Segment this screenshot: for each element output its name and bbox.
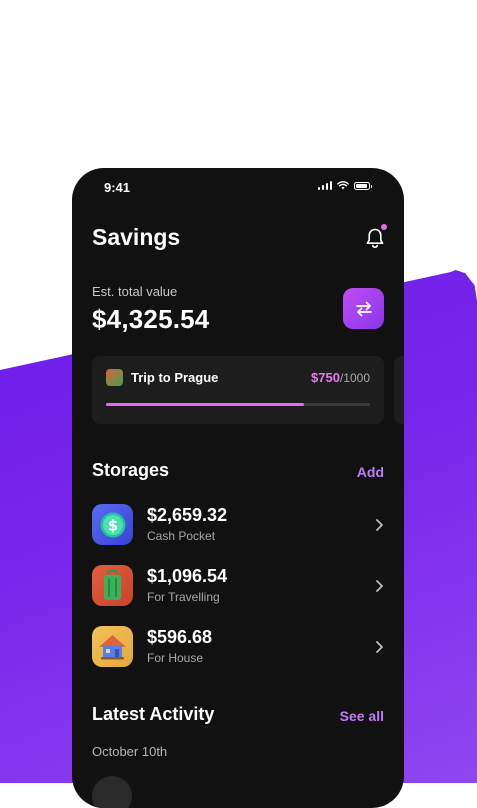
page-title: Savings bbox=[92, 224, 181, 250]
storage-item-travelling[interactable]: $1,096.54 For Travelling bbox=[92, 565, 384, 607]
storages-title: Storages bbox=[92, 460, 170, 480]
phone-screen: 9:41 Savings Est. total value $4,325.54 bbox=[72, 168, 404, 808]
transfer-button[interactable] bbox=[343, 288, 384, 329]
svg-text:$: $ bbox=[108, 517, 118, 535]
battery-icon bbox=[354, 181, 372, 190]
wifi-icon bbox=[337, 181, 349, 190]
storage-label: For Travelling bbox=[147, 590, 220, 604]
activity-date: October 10th bbox=[92, 744, 168, 759]
storage-item-cash-pocket[interactable]: $ $2,659.32 Cash Pocket bbox=[92, 504, 384, 546]
goal-target: /1000 bbox=[339, 371, 370, 385]
latest-activity-title: Latest Activity bbox=[92, 704, 215, 724]
dollar-coin-icon: $ bbox=[92, 504, 133, 545]
storage-label: For House bbox=[147, 651, 204, 665]
chevron-right-icon bbox=[376, 519, 383, 531]
goal-progress-fill bbox=[106, 403, 304, 406]
notifications-button[interactable] bbox=[364, 224, 387, 250]
goal-amount: $750/1000 bbox=[311, 370, 370, 385]
storage-amount: $596.68 bbox=[147, 627, 213, 647]
suitcase-icon bbox=[92, 565, 133, 606]
chevron-right-icon bbox=[376, 641, 383, 653]
add-storage-button[interactable]: Add bbox=[357, 464, 384, 480]
swap-arrows-icon bbox=[355, 301, 372, 316]
cellular-signal-icon bbox=[317, 181, 332, 190]
goal-progress-bar bbox=[106, 403, 370, 406]
status-time: 9:41 bbox=[104, 180, 131, 195]
total-value: $4,325.54 bbox=[92, 304, 210, 334]
storage-amount: $2,659.32 bbox=[147, 505, 228, 525]
status-icons bbox=[317, 181, 372, 190]
goal-saved: $750 bbox=[311, 370, 340, 385]
notification-dot bbox=[381, 224, 387, 230]
see-all-button[interactable]: See all bbox=[340, 708, 384, 724]
total-value-label: Est. total value bbox=[92, 284, 178, 299]
storage-label: Cash Pocket bbox=[147, 529, 216, 543]
chevron-right-icon bbox=[376, 580, 383, 592]
goal-name: Trip to Prague bbox=[131, 370, 219, 385]
storage-amount: $1,096.54 bbox=[147, 566, 228, 586]
activity-item-icon bbox=[92, 776, 132, 808]
suitcase-icon bbox=[106, 369, 123, 386]
next-goal-card[interactable] bbox=[394, 356, 404, 424]
storage-item-house[interactable]: $596.68 For House bbox=[92, 626, 384, 668]
savings-goal-card[interactable]: Trip to Prague $750/1000 bbox=[92, 356, 384, 424]
status-bar: 9:41 bbox=[72, 168, 404, 206]
house-icon bbox=[92, 626, 133, 667]
